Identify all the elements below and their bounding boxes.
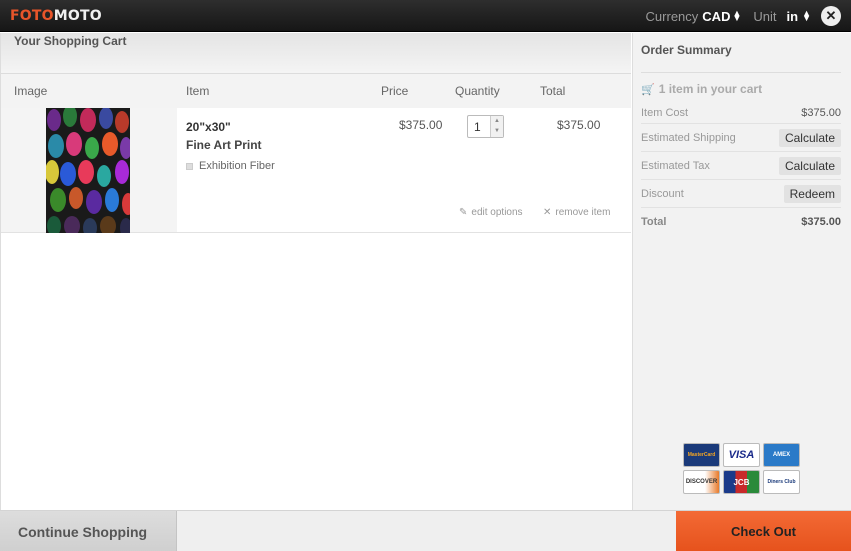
item-paper-label: Exhibition Fiber	[199, 160, 275, 172]
cart-item-row: 20"x30" Fine Art Print Exhibition Fiber …	[1, 108, 631, 233]
cart-column-headers: Image Item Price Quantity Total	[1, 73, 631, 108]
item-total: $375.00	[557, 118, 601, 132]
column-total: Total	[540, 84, 566, 98]
quantity-value[interactable]: 1	[474, 120, 481, 134]
item-name: Fine Art Print	[186, 138, 262, 152]
cart-title-bar: Your Shopping Cart	[1, 33, 631, 73]
remove-item-label: remove item	[555, 207, 611, 218]
mastercard-icon: MasterCard	[683, 443, 720, 467]
column-quantity: Quantity	[455, 84, 500, 98]
close-button[interactable]: ✕	[821, 6, 841, 26]
order-summary-panel: Order Summary 🛒 1 item in your cart Item…	[632, 33, 851, 510]
total-row: Total $375.00	[641, 208, 841, 236]
column-item: Item	[186, 84, 210, 98]
item-cost-row: Item Cost $375.00	[641, 102, 841, 124]
item-paper: Exhibition Fiber	[186, 160, 275, 172]
shipping-label: Estimated Shipping	[641, 131, 736, 144]
logo-part-moto: MOTO	[53, 8, 102, 24]
logo-part-foto: FOTO	[10, 8, 54, 24]
unit-select[interactable]: in	[787, 9, 799, 24]
edit-options-label: edit options	[471, 207, 523, 218]
discount-row: Discount Redeem	[641, 180, 841, 208]
tax-label: Estimated Tax	[641, 159, 710, 172]
paper-swatch-icon	[186, 162, 193, 170]
calculate-tax-button[interactable]: Calculate	[778, 156, 841, 175]
unit-updown-icon[interactable]: ▲ ▼	[802, 9, 811, 23]
continue-shopping-button[interactable]: Continue Shopping	[0, 511, 177, 551]
currency-label: Currency	[645, 8, 699, 24]
top-controls: Currency CAD ▲ ▼ Unit in ▲ ▼ ✕	[646, 5, 841, 27]
jcb-icon: JCB	[723, 470, 760, 494]
cart-count: 🛒 1 item in your cart	[641, 82, 841, 96]
visa-icon: VISA	[723, 443, 760, 467]
edit-options-link[interactable]: ✎ edit options	[459, 207, 523, 218]
item-cost-value: $375.00	[801, 106, 841, 119]
remove-item-link[interactable]: ✕ remove item	[543, 207, 610, 218]
summary-divider	[641, 72, 841, 73]
quantity-stepper[interactable]: 1 ▲ ▼	[467, 115, 504, 138]
cart-count-text: 1 item in your cart	[658, 82, 763, 96]
total-label: Total	[641, 216, 667, 228]
product-thumbnail[interactable]	[46, 108, 130, 233]
unit-label: Unit	[753, 8, 777, 24]
currency-updown-icon[interactable]: ▲ ▼	[732, 9, 741, 23]
top-bar: FOTOMOTO Currency CAD ▲ ▼ Unit in ▲ ▼ ✕	[0, 0, 851, 32]
shipping-row: Estimated Shipping Calculate	[641, 124, 841, 152]
cart-title: Your Shopping Cart	[14, 34, 127, 48]
checkout-button[interactable]: Check Out	[676, 511, 851, 551]
shopping-cart-panel: Your Shopping Cart Image Item Price Quan…	[0, 33, 631, 510]
pencil-icon: ✎	[459, 207, 468, 218]
calculate-shipping-button[interactable]: Calculate	[778, 128, 841, 147]
order-summary-title: Order Summary	[641, 43, 732, 57]
diners-club-icon: Diners Club	[763, 470, 800, 494]
fotomoto-logo: FOTOMOTO	[10, 8, 102, 24]
cart-icon: 🛒	[641, 83, 655, 96]
close-icon: ✕	[825, 8, 837, 23]
footer-bar: Continue Shopping Check Out	[0, 510, 851, 551]
column-image: Image	[14, 84, 48, 98]
tax-row: Estimated Tax Calculate	[641, 152, 841, 180]
total-value: $375.00	[801, 216, 841, 228]
item-size: 20"x30"	[186, 120, 231, 134]
item-cost-label: Item Cost	[641, 106, 689, 119]
amex-icon: AMEX	[763, 443, 800, 467]
payment-cards: MasterCard VISA AMEX DISCOVER JCB Diners…	[683, 443, 800, 494]
discover-icon: DISCOVER	[683, 470, 720, 494]
redeem-discount-button[interactable]: Redeem	[783, 184, 841, 203]
thumbnail-artwork	[46, 108, 130, 233]
column-price: Price	[381, 84, 409, 98]
currency-select[interactable]: CAD	[702, 9, 730, 24]
quantity-spin-icon[interactable]: ▲ ▼	[490, 116, 503, 137]
discount-label: Discount	[641, 187, 684, 200]
remove-x-icon: ✕	[543, 207, 552, 218]
item-price: $375.00	[399, 118, 443, 132]
